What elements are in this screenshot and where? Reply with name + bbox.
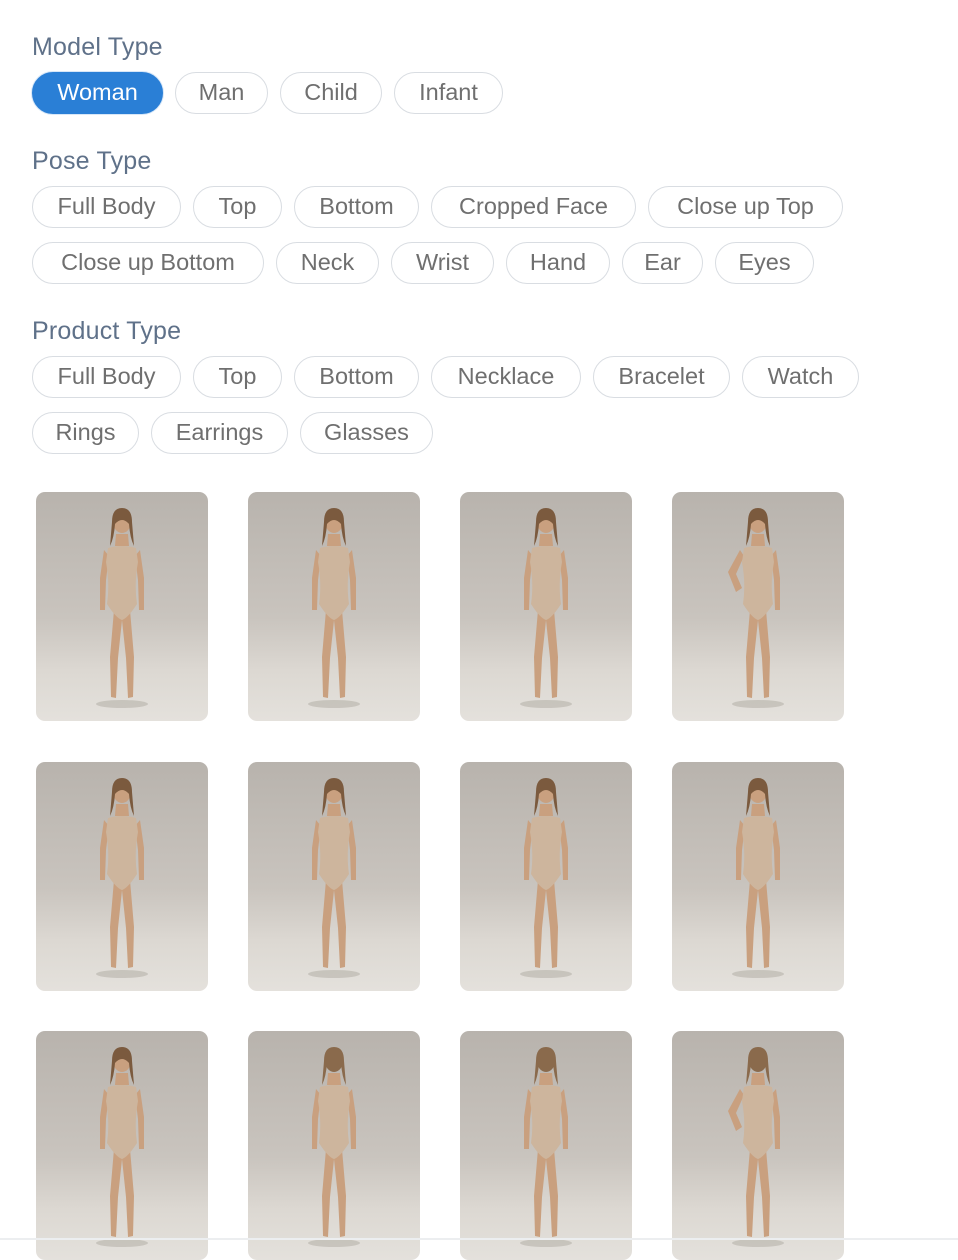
pose-type-chip-neck[interactable]: Neck (276, 242, 379, 284)
model-figure (308, 1047, 360, 1247)
model-thumbnail[interactable] (460, 1031, 632, 1260)
product-type-chip-bracelet[interactable]: Bracelet (593, 356, 730, 398)
model-type-chip-child[interactable]: Child (280, 72, 382, 114)
product-type-title: Product Type (32, 317, 182, 345)
model-thumbnail[interactable] (672, 1031, 844, 1260)
model-thumbnail[interactable] (248, 762, 420, 991)
product-type-chip-rings[interactable]: Rings (32, 412, 139, 454)
model-figure (728, 508, 784, 708)
product-type-chip-watch[interactable]: Watch (742, 356, 859, 398)
pose-type-chip-ear[interactable]: Ear (622, 242, 703, 284)
model-thumbnail[interactable] (672, 762, 844, 991)
model-figure (96, 508, 148, 708)
model-type-chip-woman[interactable]: Woman (32, 72, 163, 114)
model-figure (520, 778, 572, 978)
pose-type-chip-hand[interactable]: Hand (506, 242, 610, 284)
pose-type-chip-cropped-face[interactable]: Cropped Face (431, 186, 636, 228)
model-figure (96, 778, 148, 978)
model-figure (728, 1047, 784, 1247)
model-thumbnail[interactable] (460, 762, 632, 991)
product-type-chip-bottom[interactable]: Bottom (294, 356, 419, 398)
model-figure (308, 508, 360, 708)
pose-type-chip-bottom[interactable]: Bottom (294, 186, 419, 228)
model-type-chip-man[interactable]: Man (175, 72, 268, 114)
model-thumbnail[interactable] (672, 492, 844, 721)
model-thumbnail[interactable] (36, 762, 208, 991)
model-figure (520, 508, 572, 708)
pose-type-chip-close-up-top[interactable]: Close up Top (648, 186, 843, 228)
model-figure (732, 778, 784, 978)
model-figure (520, 1047, 572, 1247)
pose-type-chip-full-body[interactable]: Full Body (32, 186, 181, 228)
pose-type-chip-close-up-bottom[interactable]: Close up Bottom (32, 242, 264, 284)
model-thumbnail[interactable] (248, 1031, 420, 1260)
pose-type-chip-top[interactable]: Top (193, 186, 282, 228)
model-thumbnail[interactable] (36, 1031, 208, 1260)
product-type-chip-glasses[interactable]: Glasses (300, 412, 433, 454)
product-type-chip-top[interactable]: Top (193, 356, 282, 398)
model-type-title: Model Type (32, 33, 163, 61)
model-thumbnail[interactable] (460, 492, 632, 721)
product-type-chip-necklace[interactable]: Necklace (431, 356, 581, 398)
model-type-chip-infant[interactable]: Infant (394, 72, 503, 114)
pose-type-chip-wrist[interactable]: Wrist (391, 242, 494, 284)
model-figure (308, 778, 360, 978)
product-type-chip-full-body[interactable]: Full Body (32, 356, 181, 398)
pose-type-chip-eyes[interactable]: Eyes (715, 242, 814, 284)
model-thumbnail[interactable] (36, 492, 208, 721)
pose-type-title: Pose Type (32, 147, 152, 175)
model-thumbnail[interactable] (248, 492, 420, 721)
model-figure (96, 1047, 148, 1247)
product-type-chip-earrings[interactable]: Earrings (151, 412, 288, 454)
